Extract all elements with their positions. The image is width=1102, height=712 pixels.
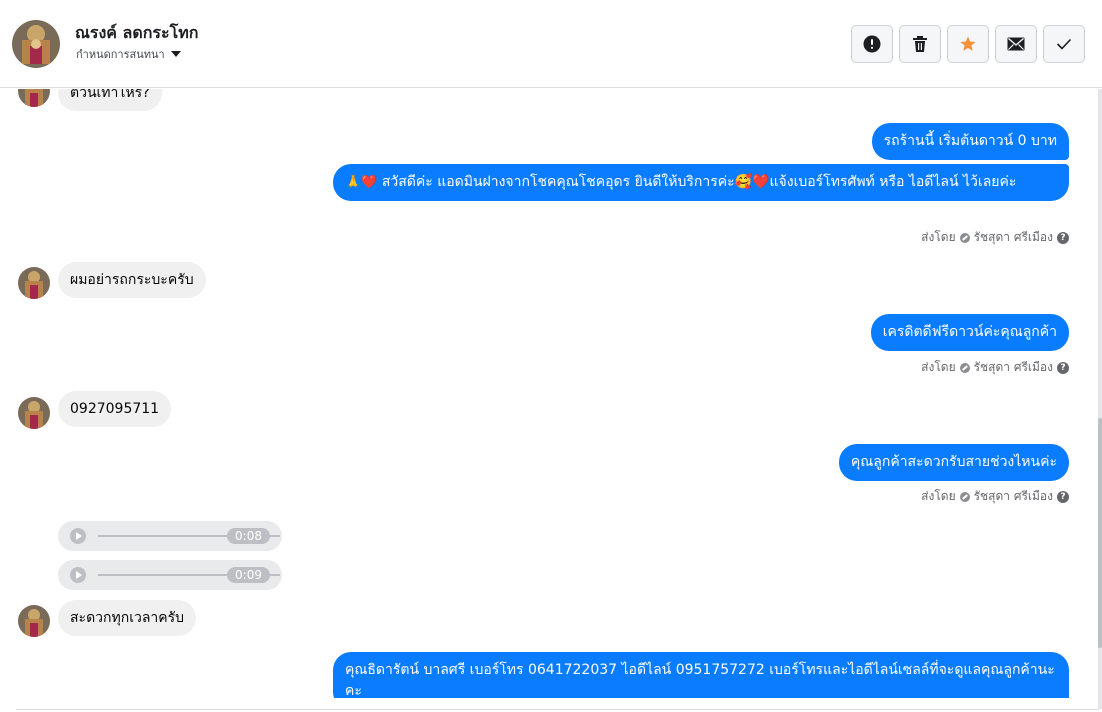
incoming-message[interactable]: สะดวกทุกเวลาครับ bbox=[58, 600, 197, 636]
message-thread[interactable]: ตัวนี้เท่าไหร่? รถร้านนี้ เริ่มต้นดาวน์ … bbox=[0, 89, 1102, 698]
sent-by-label: ส่งโดย รัชสุดา ศรีเมือง ? bbox=[921, 358, 1069, 377]
sent-by-label: ส่งโดย รัชสุดา ศรีเมือง ? bbox=[921, 487, 1069, 506]
conversation-settings-dropdown[interactable]: กำหนดการสนทนา bbox=[76, 45, 181, 63]
play-icon[interactable] bbox=[70, 528, 86, 544]
contact-avatar-small bbox=[18, 605, 50, 637]
agent-badge-icon bbox=[959, 232, 970, 243]
help-icon[interactable]: ? bbox=[1057, 231, 1069, 244]
conversation-header: ณรงค์ ลดกระโทก กำหนดการสนทนา bbox=[0, 0, 1102, 88]
sent-by-agent[interactable]: รัชสุดา ศรีเมือง bbox=[974, 228, 1053, 247]
header-actions bbox=[851, 25, 1085, 63]
incoming-message[interactable]: ตัวนี้เท่าไหร่? bbox=[58, 89, 162, 111]
incoming-message[interactable]: 0927095711 bbox=[58, 391, 172, 427]
emoji-lead: 🙏❤️ bbox=[345, 175, 378, 190]
check-icon bbox=[1056, 38, 1072, 50]
agent-badge-icon bbox=[959, 491, 970, 502]
sent-by-agent[interactable]: รัชสุดา ศรีเมือง bbox=[974, 487, 1053, 506]
voice-message: 0:09 bbox=[58, 560, 282, 590]
delete-button[interactable] bbox=[899, 25, 941, 63]
sent-by-prefix: ส่งโดย bbox=[921, 489, 956, 503]
incoming-message[interactable]: ผมอย่ารถกระบะครับ bbox=[58, 262, 206, 298]
star-icon bbox=[960, 36, 976, 51]
help-icon[interactable]: ? bbox=[1057, 490, 1069, 503]
sent-by-prefix: ส่งโดย bbox=[921, 230, 956, 244]
trash-icon bbox=[913, 36, 927, 52]
sent-by-label: ส่งโดย รัชสุดา ศรีเมือง ? bbox=[921, 228, 1069, 247]
star-button[interactable] bbox=[947, 25, 989, 63]
agent-badge-icon bbox=[959, 362, 970, 373]
outgoing-message[interactable]: คุณธิดารัตน์ บาลศรี เบอร์โทร 0641722037 … bbox=[333, 652, 1069, 698]
contact-avatar[interactable] bbox=[12, 20, 60, 68]
sent-by-agent[interactable]: รัชสุดา ศรีเมือง bbox=[974, 358, 1053, 377]
caret-down-icon bbox=[170, 51, 181, 57]
contact-avatar-small bbox=[18, 267, 50, 299]
voice-message: 0:08 bbox=[58, 521, 282, 551]
play-icon[interactable] bbox=[70, 567, 86, 583]
audio-duration: 0:09 bbox=[227, 567, 270, 583]
help-icon[interactable]: ? bbox=[1057, 361, 1069, 374]
contact-avatar-small bbox=[18, 397, 50, 429]
contact-name[interactable]: ณรงค์ ลดกระโทก bbox=[75, 21, 198, 46]
outgoing-message[interactable]: 🙏❤️ สวัสดีค่ะ แอดมินฝางจากโชคคุณโชคอุดร … bbox=[333, 164, 1069, 201]
sent-by-prefix: ส่งโดย bbox=[921, 360, 956, 374]
contact-avatar-small bbox=[18, 89, 50, 107]
outgoing-message[interactable]: คุณลูกค้าสะดวกรับสายช่วงไหนค่ะ bbox=[838, 444, 1069, 481]
exclamation-icon bbox=[863, 35, 881, 53]
outgoing-message[interactable]: เครดิตดีฟรีดาวน์ค่ะคุณลูกค้า bbox=[870, 314, 1069, 351]
outgoing-message-text: สวัสดีค่ะ แอดมินฝางจากโชคคุณโชคอุดร ยินด… bbox=[381, 174, 1017, 190]
mark-done-button[interactable] bbox=[1043, 25, 1085, 63]
report-button[interactable] bbox=[851, 25, 893, 63]
divider bbox=[16, 709, 1099, 710]
audio-duration: 0:08 bbox=[227, 528, 270, 544]
scrollbar-thumb[interactable] bbox=[1098, 418, 1102, 648]
mark-unread-button[interactable] bbox=[995, 25, 1037, 63]
envelope-icon bbox=[1007, 37, 1025, 51]
outgoing-message[interactable]: รถร้านนี้ เริ่มต้นดาวน์ 0 บาท bbox=[871, 123, 1069, 160]
conversation-settings-label: กำหนดการสนทนา bbox=[76, 48, 165, 61]
